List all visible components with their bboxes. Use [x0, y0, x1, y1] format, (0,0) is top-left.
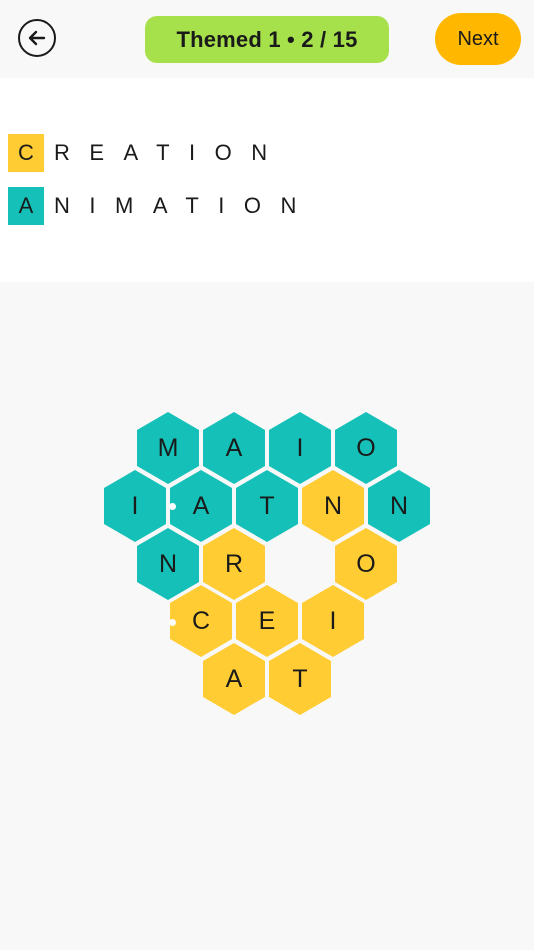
- hex-tile[interactable]: I: [302, 585, 364, 657]
- next-button[interactable]: Next: [435, 13, 521, 65]
- hex-tile[interactable]: N: [368, 470, 430, 542]
- word-row: C REATION: [8, 134, 287, 172]
- word-row: A NIMATION: [8, 187, 316, 225]
- word-remaining-letters: NIMATION: [54, 193, 316, 218]
- hex-tile[interactable]: N: [302, 470, 364, 542]
- word-first-letter: A: [8, 187, 44, 225]
- hex-tile[interactable]: C: [170, 585, 232, 657]
- path-start-dot: [169, 619, 176, 626]
- hex-tile[interactable]: A: [203, 412, 265, 484]
- word-remaining-letters: REATION: [54, 140, 287, 165]
- level-indicator: Themed 1 • 2 / 15: [145, 16, 389, 63]
- next-button-label: Next: [457, 27, 499, 50]
- word-first-letter: C: [8, 134, 44, 172]
- arrow-left-icon: [28, 30, 46, 46]
- hex-tile[interactable]: O: [335, 412, 397, 484]
- back-button[interactable]: [18, 19, 56, 57]
- found-words-panel: C REATION A NIMATION: [0, 78, 534, 282]
- hex-board: MAIOIATNNNROCEIAT: [0, 282, 534, 950]
- path-start-dot: [169, 503, 176, 510]
- hex-tile[interactable]: T: [269, 643, 331, 715]
- hex-tile[interactable]: N: [137, 528, 199, 600]
- top-bar: Themed 1 • 2 / 15 Next: [0, 0, 534, 78]
- level-label: Themed 1 • 2 / 15: [176, 26, 358, 52]
- hex-tile[interactable]: A: [203, 643, 265, 715]
- hex-tile[interactable]: R: [203, 528, 265, 600]
- hex-tile[interactable]: E: [236, 585, 298, 657]
- hex-tile[interactable]: A: [170, 470, 232, 542]
- hex-tile[interactable]: I: [104, 470, 166, 542]
- hex-tile[interactable]: T: [236, 470, 298, 542]
- hex-tile[interactable]: O: [335, 528, 397, 600]
- hex-tile[interactable]: M: [137, 412, 199, 484]
- hex-tile[interactable]: I: [269, 412, 331, 484]
